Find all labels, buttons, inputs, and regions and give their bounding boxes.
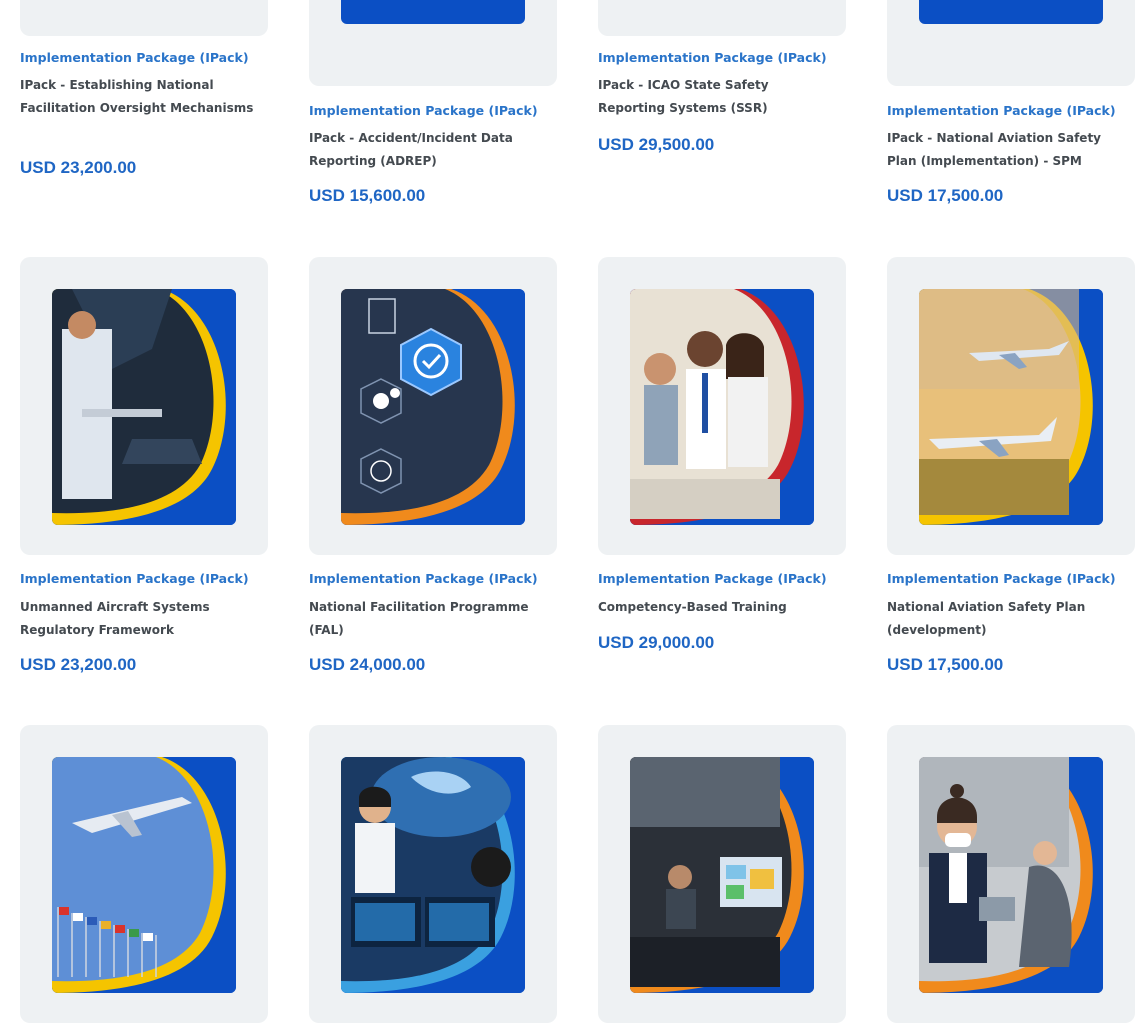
product-price: USD 24,000.00 <box>309 655 426 674</box>
product-price: USD 17,500.00 <box>887 186 1004 205</box>
digital-hexagon-icons-photo-icon <box>341 289 525 525</box>
product-image-frame[interactable] <box>887 725 1135 1023</box>
product-image-frame[interactable] <box>309 725 557 1023</box>
product-price: USD 17,500.00 <box>887 655 1004 674</box>
product-image-frame[interactable] <box>598 725 846 1023</box>
product-image-frame[interactable] <box>309 0 557 86</box>
product-price: USD 15,600.00 <box>309 186 426 205</box>
product-category-link[interactable]: Implementation Package (IPack) <box>309 103 538 118</box>
product-category-link[interactable]: Implementation Package (IPack) <box>887 571 1116 586</box>
product-image-frame[interactable] <box>598 257 846 555</box>
product-title[interactable]: Competency-Based Training <box>598 596 838 619</box>
product-price: USD 23,200.00 <box>20 655 137 674</box>
product-price: USD 29,000.00 <box>598 633 715 652</box>
network-operations-photo-icon <box>341 757 525 993</box>
product-category-link[interactable]: Implementation Package (IPack) <box>20 50 249 65</box>
airfield-photo-icon <box>919 0 1103 24</box>
product-image-frame[interactable] <box>887 0 1135 86</box>
product-category-link[interactable]: Implementation Package (IPack) <box>309 571 538 586</box>
training-classroom-photo-icon <box>630 289 814 525</box>
product-thumbnail <box>52 757 236 993</box>
product-thumbnail <box>919 757 1103 993</box>
airplane-flags-photo-icon <box>52 757 236 993</box>
product-image-frame[interactable] <box>20 0 268 36</box>
product-thumbnail <box>919 289 1103 525</box>
product-thumbnail <box>630 757 814 993</box>
product-category-link[interactable]: Implementation Package (IPack) <box>598 50 827 65</box>
product-thumbnail <box>341 0 525 24</box>
grass-photo-icon <box>341 0 525 24</box>
product-image-frame[interactable] <box>887 257 1135 555</box>
product-title[interactable]: IPack - ICAO State Safety Reporting Syst… <box>598 74 838 120</box>
product-title[interactable]: National Aviation Safety Plan (developme… <box>887 596 1127 642</box>
product-title[interactable]: IPack - Establishing National Facilitati… <box>20 74 260 120</box>
product-price: USD 23,200.00 <box>20 158 137 177</box>
product-title[interactable]: National Facilitation Programme (FAL) <box>309 596 549 642</box>
product-thumbnail <box>630 289 814 525</box>
masked-passenger-photo-icon <box>919 757 1103 993</box>
product-image-frame[interactable] <box>598 0 846 36</box>
product-thumbnail <box>341 757 525 993</box>
control-room-photo-icon <box>630 757 814 993</box>
product-category-link[interactable]: Implementation Package (IPack) <box>887 103 1116 118</box>
product-category-link[interactable]: Implementation Package (IPack) <box>598 571 827 586</box>
product-category-link[interactable]: Implementation Package (IPack) <box>20 571 249 586</box>
product-title[interactable]: IPack - Accident/Incident Data Reporting… <box>309 127 549 173</box>
product-thumbnail <box>919 0 1103 24</box>
aircraft-airfield-photo-icon <box>919 289 1103 525</box>
product-thumbnail <box>341 289 525 525</box>
product-image-frame[interactable] <box>309 257 557 555</box>
product-image-frame[interactable] <box>20 725 268 1023</box>
product-title[interactable]: Unmanned Aircraft Systems Regulatory Fra… <box>20 596 260 642</box>
product-thumbnail <box>52 289 236 525</box>
product-image-frame[interactable] <box>20 257 268 555</box>
product-price: USD 29,500.00 <box>598 135 715 154</box>
scientist-drone-photo-icon <box>52 289 236 525</box>
product-title[interactable]: IPack - National Aviation Safety Plan (I… <box>887 127 1127 173</box>
